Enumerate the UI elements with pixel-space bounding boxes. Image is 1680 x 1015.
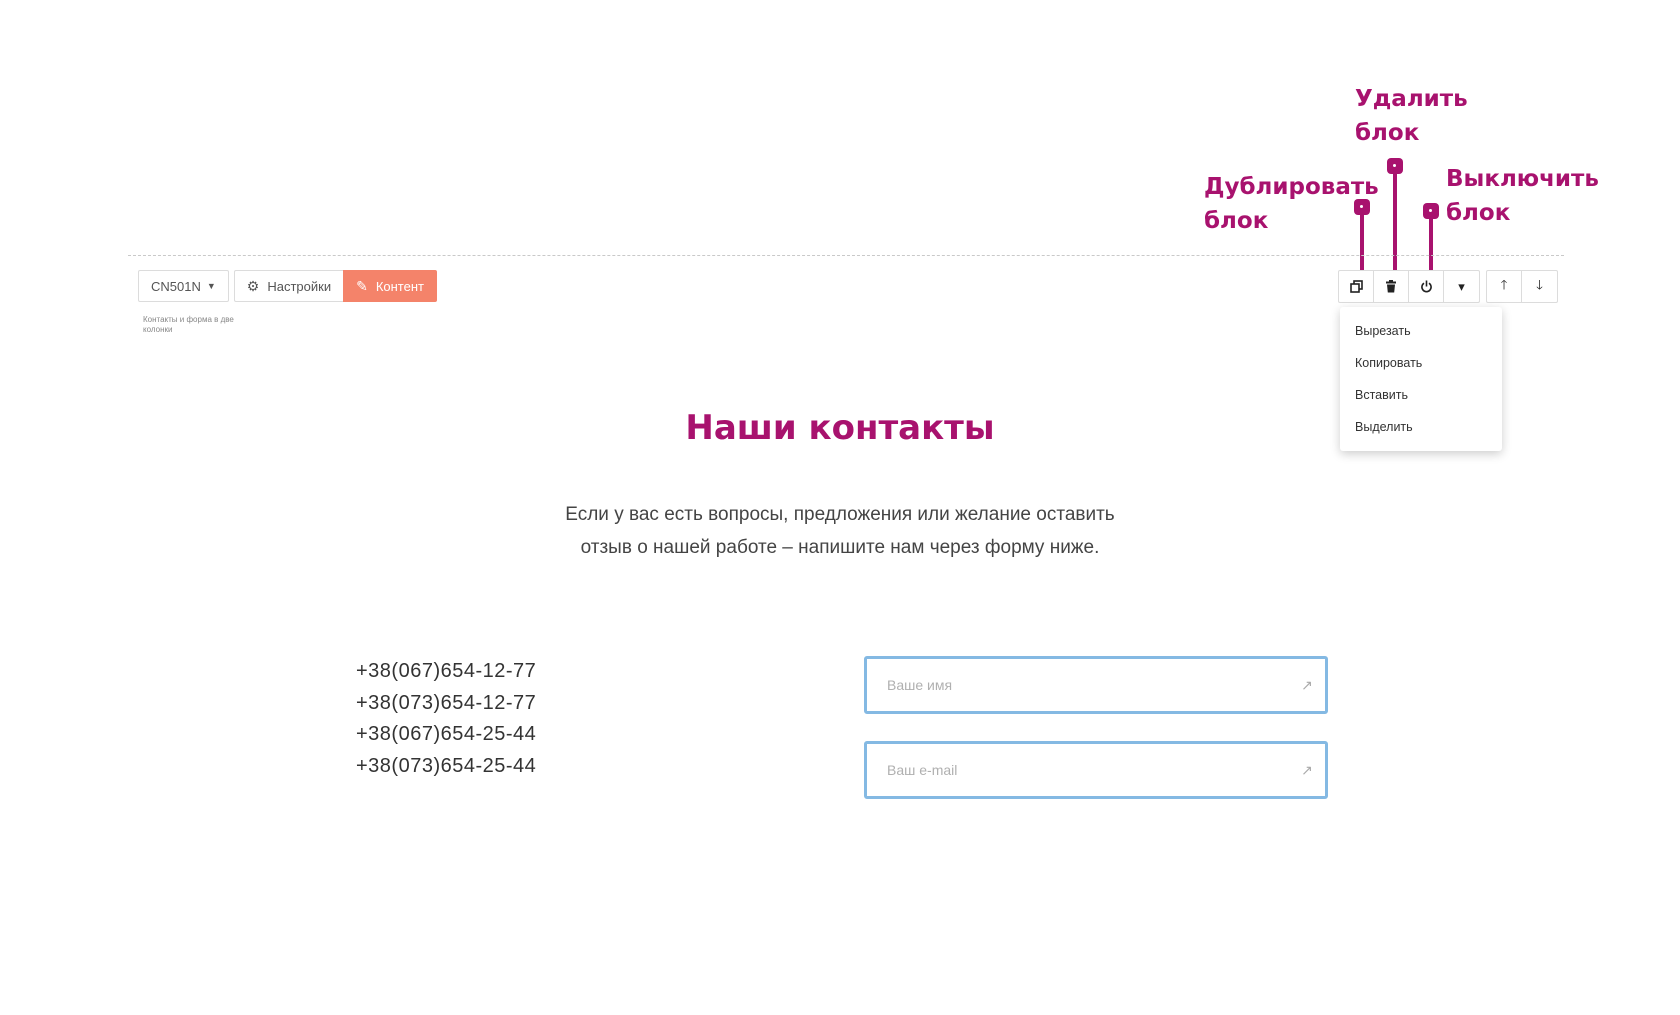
disable-block-callout: Выключить блок (1446, 166, 1599, 226)
name-input[interactable] (887, 677, 1297, 693)
disable-pin-line (1429, 217, 1433, 275)
delete-block-callout: Удалить блок (1355, 86, 1468, 146)
name-field: ↗ (864, 656, 1328, 714)
menu-item-copy[interactable]: Копировать (1340, 347, 1502, 379)
phone-list: +38(067)654-12-77 +38(073)654-12-77 +38(… (356, 656, 536, 782)
pencil-icon: ✎ (356, 277, 368, 294)
page-title: Наши контакты (685, 408, 995, 448)
power-icon[interactable] (1409, 271, 1444, 302)
menu-item-paste[interactable]: Вставить (1340, 379, 1502, 411)
phone-number: +38(073)654-12-77 (356, 691, 537, 714)
block-code-label: CN501N (151, 278, 201, 294)
block-toolbar: CN501N ▼ ⚙ Настройки ✎ Контент (138, 270, 437, 302)
edit-icon[interactable]: ↗ (1297, 762, 1317, 779)
gear-icon: ⚙ (246, 277, 260, 294)
trash-icon[interactable] (1374, 271, 1409, 302)
content-button[interactable]: ✎ Контент (343, 270, 437, 302)
menu-item-cut[interactable]: Вырезать (1340, 315, 1502, 347)
block-code-dropdown[interactable]: CN501N ▼ (138, 270, 229, 302)
block-separator (128, 255, 1564, 256)
content-label: Контент (375, 278, 424, 294)
settings-button[interactable]: ⚙ Настройки (233, 270, 344, 302)
delete-pin-line (1393, 172, 1397, 275)
block-actions-group: ▾ (1338, 270, 1480, 303)
duplicate-pin-line (1360, 213, 1364, 275)
block-actions-toolbar: ▾ 🡑 🡓 (1338, 270, 1558, 303)
email-field: ↗ (864, 741, 1328, 799)
duplicate-icon[interactable] (1339, 271, 1374, 302)
duplicate-block-callout: Дублировать блок (1204, 174, 1379, 234)
move-group: 🡑 🡓 (1486, 270, 1558, 303)
arrow-up-icon[interactable]: 🡑 (1487, 271, 1522, 302)
block-caption: Контакты и форма в две колонки (143, 315, 234, 334)
arrow-down-icon[interactable]: 🡓 (1522, 271, 1557, 302)
chevron-down-icon: ▼ (206, 281, 216, 291)
mode-switch: ⚙ Настройки ✎ Контент (233, 270, 437, 302)
caret-down-icon[interactable]: ▾ (1444, 271, 1479, 302)
edit-icon[interactable]: ↗ (1297, 677, 1317, 694)
phone-number: +38(067)654-25-44 (356, 723, 537, 745)
page-subtitle: Если у вас есть вопросы, предложения или… (565, 504, 1115, 558)
email-input[interactable] (887, 762, 1297, 778)
phone-number: +38(067)654-12-77 (356, 660, 537, 682)
settings-label: Настройки (267, 278, 332, 294)
phone-number: +38(073)654-25-44 (356, 754, 537, 777)
